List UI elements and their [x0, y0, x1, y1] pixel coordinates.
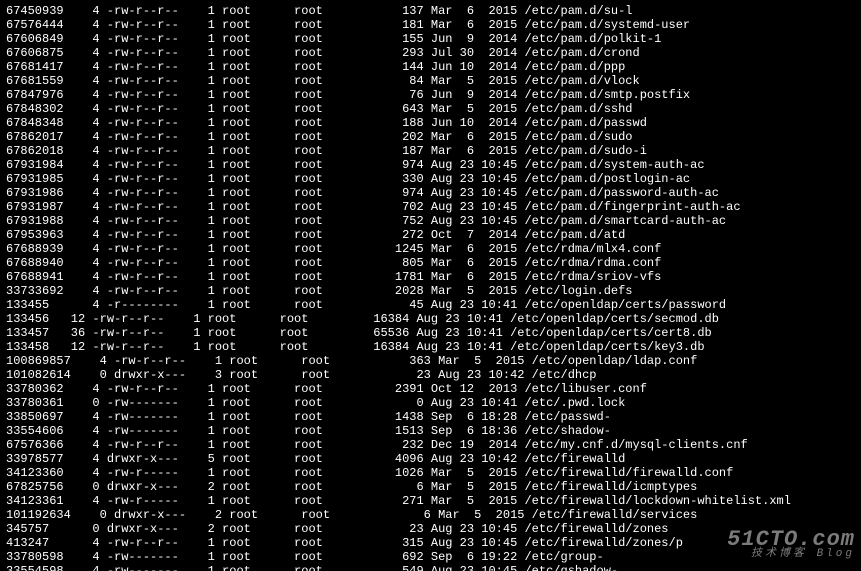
listing-row: 33554598 4 -rw------- 1 root root 549 Au…: [6, 564, 855, 571]
listing-row: 67576366 4 -rw-r--r-- 1 root root 232 De…: [6, 438, 855, 452]
listing-row: 33780362 4 -rw-r--r-- 1 root root 2391 O…: [6, 382, 855, 396]
listing-row: 67931988 4 -rw-r--r-- 1 root root 752 Au…: [6, 214, 855, 228]
listing-row: 34123361 4 -rw-r----- 1 root root 271 Ma…: [6, 494, 855, 508]
listing-row: 101082614 0 drwxr-x--- 3 root root 23 Au…: [6, 368, 855, 382]
listing-row: 33780361 0 -rw------- 1 root root 0 Aug …: [6, 396, 855, 410]
listing-row: 67862018 4 -rw-r--r-- 1 root root 187 Ma…: [6, 144, 855, 158]
listing-row: 34123360 4 -rw-r----- 1 root root 1026 M…: [6, 466, 855, 480]
listing-row: 67931985 4 -rw-r--r-- 1 root root 330 Au…: [6, 172, 855, 186]
listing-row: 133456 12 -rw-r--r-- 1 root root 16384 A…: [6, 312, 855, 326]
listing-row: 67848302 4 -rw-r--r-- 1 root root 643 Ma…: [6, 102, 855, 116]
listing-row: 133458 12 -rw-r--r-- 1 root root 16384 A…: [6, 340, 855, 354]
listing-row: 67931987 4 -rw-r--r-- 1 root root 702 Au…: [6, 200, 855, 214]
listing-row: 100869857 4 -rw-r--r-- 1 root root 363 M…: [6, 354, 855, 368]
listing-row: 67931986 4 -rw-r--r-- 1 root root 974 Au…: [6, 186, 855, 200]
listing-row: 133455 4 -r-------- 1 root root 45 Aug 2…: [6, 298, 855, 312]
listing-row: 67688940 4 -rw-r--r-- 1 root root 805 Ma…: [6, 256, 855, 270]
listing-row: 33733692 4 -rw-r--r-- 1 root root 2028 M…: [6, 284, 855, 298]
listing-row: 133457 36 -rw-r--r-- 1 root root 65536 A…: [6, 326, 855, 340]
listing-row: 67688939 4 -rw-r--r-- 1 root root 1245 M…: [6, 242, 855, 256]
listing-row: 67606849 4 -rw-r--r-- 1 root root 155 Ju…: [6, 32, 855, 46]
listing-row: 67953963 4 -rw-r--r-- 1 root root 272 Oc…: [6, 228, 855, 242]
listing-row: 67681559 4 -rw-r--r-- 1 root root 84 Mar…: [6, 74, 855, 88]
listing-row: 67681417 4 -rw-r--r-- 1 root root 144 Ju…: [6, 60, 855, 74]
listing-row: 67847976 4 -rw-r--r-- 1 root root 76 Jun…: [6, 88, 855, 102]
listing-row: 33554606 4 -rw------- 1 root root 1513 S…: [6, 424, 855, 438]
terminal-output: 67450939 4 -rw-r--r-- 1 root root 137 Ma…: [0, 0, 861, 571]
listing-row: 413247 4 -rw-r--r-- 1 root root 315 Aug …: [6, 536, 855, 550]
listing-row: 101192634 0 drwxr-x--- 2 root root 6 Mar…: [6, 508, 855, 522]
listing-row: 345757 0 drwxr-x--- 2 root root 23 Aug 2…: [6, 522, 855, 536]
listing-row: 67576444 4 -rw-r--r-- 1 root root 181 Ma…: [6, 18, 855, 32]
listing-row: 67606875 4 -rw-r--r-- 1 root root 293 Ju…: [6, 46, 855, 60]
listing-row: 67688941 4 -rw-r--r-- 1 root root 1781 M…: [6, 270, 855, 284]
listing-row: 33850697 4 -rw------- 1 root root 1438 S…: [6, 410, 855, 424]
listing-row: 67825756 0 drwxr-x--- 2 root root 6 Mar …: [6, 480, 855, 494]
listing-row: 33978577 4 drwxr-x--- 5 root root 4096 A…: [6, 452, 855, 466]
listing-row: 67862017 4 -rw-r--r-- 1 root root 202 Ma…: [6, 130, 855, 144]
listing-row: 67931984 4 -rw-r--r-- 1 root root 974 Au…: [6, 158, 855, 172]
listing-row: 67848348 4 -rw-r--r-- 1 root root 188 Ju…: [6, 116, 855, 130]
listing-row: 33780598 4 -rw------- 1 root root 692 Se…: [6, 550, 855, 564]
listing-row: 67450939 4 -rw-r--r-- 1 root root 137 Ma…: [6, 4, 855, 18]
